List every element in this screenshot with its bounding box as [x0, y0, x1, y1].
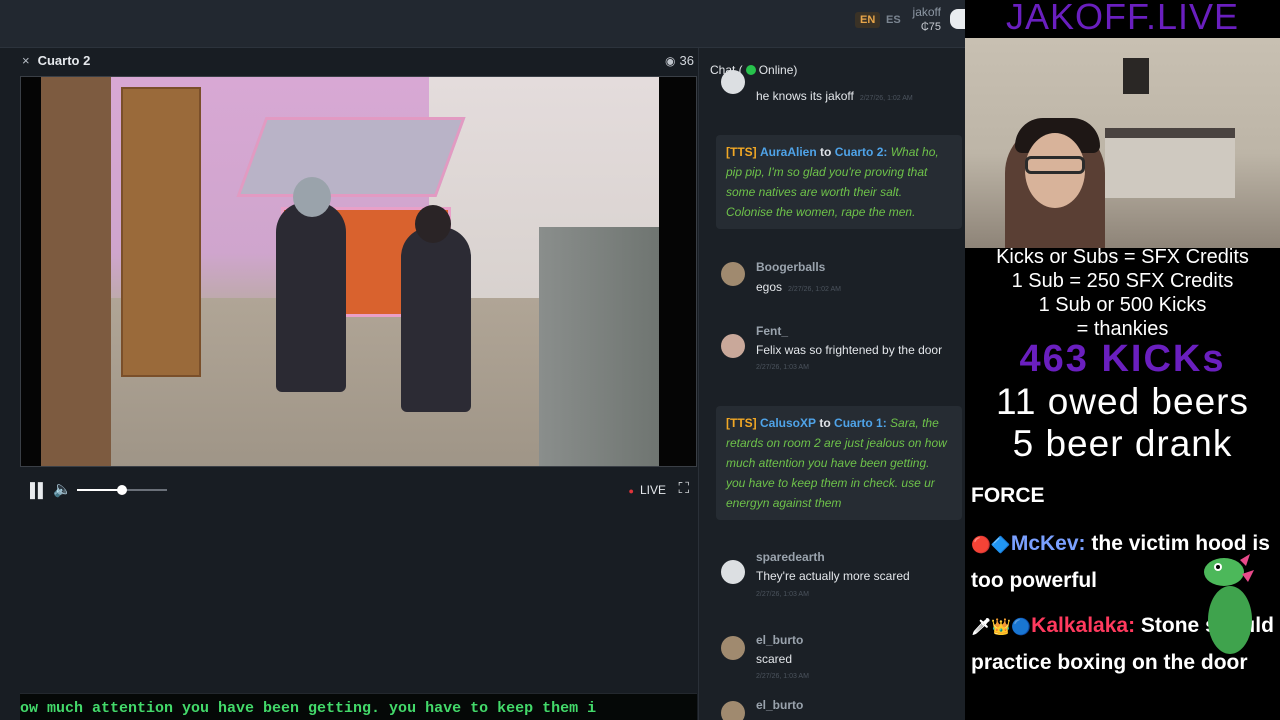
- room-header: × Cuarto 2: [22, 53, 90, 68]
- username: jakoff: [912, 5, 941, 19]
- fullscreen-icon[interactable]: ⛶: [678, 480, 689, 497]
- tts-room: Cuarto 1:: [834, 416, 887, 430]
- tts-room: Cuarto 2:: [834, 145, 888, 159]
- ticker-text: ow much attention you have been getting.…: [20, 700, 597, 717]
- chat-message-text: egos: [756, 280, 783, 294]
- chat-username[interactable]: Fent_: [756, 324, 788, 338]
- video-frame: [41, 77, 659, 466]
- overlay-chat-text: FORCE: [971, 484, 1045, 507]
- tts-message: [TTS] CalusoXP to Cuarto 1: Sara, the re…: [716, 406, 962, 520]
- avatar: [721, 636, 745, 660]
- chat-panel: Chat (Online) he knows its jakoff 2/27/26…: [698, 48, 965, 720]
- chat-timestamp: 2/27/26, 1:02 AM: [859, 95, 913, 102]
- tts-tag: [TTS]: [726, 145, 757, 159]
- pause-icon[interactable]: ▌▌: [30, 482, 48, 498]
- stream-overlay: JAKOFF.LIVE Kicks or Subs = SFX Credits …: [965, 0, 1280, 720]
- chat-username[interactable]: el_burto: [756, 633, 803, 647]
- top-bar: EN ES jakoff ₵75: [0, 0, 966, 48]
- volume-fill: [77, 489, 122, 491]
- online-dot-icon: [745, 65, 756, 75]
- video-player[interactable]: [20, 76, 697, 467]
- chat-status: Online): [758, 63, 798, 77]
- tts-sender[interactable]: CalusoXP: [760, 416, 816, 430]
- speaker-icon[interactable]: 🔈: [53, 480, 72, 498]
- chat-message-text: he knows its jakoff: [756, 89, 854, 103]
- tts-text: Sara, the retards on room 2 are just jea…: [726, 416, 947, 510]
- tts-to: to: [820, 145, 832, 159]
- live-indicator: ● LIVE: [628, 483, 666, 497]
- tts-sender[interactable]: AuraAlien: [760, 145, 817, 159]
- user-menu[interactable]: jakoff ₵75: [905, 5, 941, 35]
- chat-timestamp: 2/27/26, 1:02 AM: [788, 286, 841, 293]
- screen: EN ES jakoff ₵75 × Cuarto 2 ◉ 36 ▌▌ 🔈 ● …: [0, 0, 1280, 720]
- chat-message-text: They're actually more scared: [756, 569, 910, 583]
- overlay-chat-username: McKev:: [1010, 532, 1086, 555]
- overlay-chat-message: FORCE: [971, 478, 1276, 513]
- tts-text: What ho, pip pip, I'm so glad you're pro…: [726, 145, 939, 219]
- beers-drank: 5 beer drank: [1012, 423, 1233, 464]
- credits-line: Kicks or Subs = SFX Credits: [996, 246, 1249, 268]
- avatar: [721, 334, 745, 358]
- badge-icon: 🗡👑🔵: [971, 619, 1032, 636]
- user-avatar[interactable]: [950, 9, 966, 29]
- language-en-button[interactable]: EN: [855, 12, 881, 28]
- owed-beers: 11 owed beers: [996, 381, 1249, 422]
- beer-counter: 11 owed beers 5 beer drank: [965, 381, 1280, 465]
- overlay-title: JAKOFF.LIVE: [1005, 0, 1240, 37]
- chat-timestamp: 2/27/26, 1:03 AM: [756, 591, 809, 598]
- badge-icon: 🔴🔷: [971, 537, 1011, 554]
- overlay-chat-username: Kalkalaka:: [1031, 614, 1136, 637]
- credits-line: 1 Sub = 250 SFX Credits: [1011, 270, 1234, 292]
- eye-icon: ◉: [665, 54, 676, 68]
- tts-message: [TTS] AuraAlien to Cuarto 2: What ho, pi…: [716, 135, 962, 229]
- room-panel: × Cuarto 2 ◉ 36 ▌▌ 🔈 ● LIVE ⛶ ow much at…: [0, 48, 698, 720]
- chat-username[interactable]: el_burto: [756, 698, 803, 712]
- kicks-counter: 463 KICKs: [1019, 338, 1226, 380]
- chat-timestamp: 2/27/26, 1:03 AM: [756, 364, 809, 371]
- tts-ticker: ow much attention you have been getting.…: [20, 693, 697, 720]
- volume-slider[interactable]: [77, 485, 167, 495]
- avatar: [721, 262, 745, 286]
- chat-timestamp: 2/27/26, 1:03 AM: [756, 673, 809, 680]
- chat-message-text: Felix was so frightened by the door: [756, 343, 943, 357]
- tts-to: to: [819, 416, 831, 430]
- credits-line: 1 Sub or 500 Kicks: [1038, 294, 1207, 316]
- chat-username[interactable]: sparedearth: [756, 550, 825, 564]
- avatar: [721, 70, 745, 94]
- room-title: Cuarto 2: [37, 53, 91, 68]
- webcam-feed: [965, 38, 1280, 248]
- volume-knob[interactable]: [117, 485, 127, 495]
- viewer-count: ◉ 36: [665, 53, 694, 68]
- chat-message-text: scared: [756, 652, 793, 666]
- language-es-button[interactable]: ES: [881, 12, 906, 28]
- dinosaur-mascot-icon: [1204, 554, 1254, 654]
- avatar: [721, 560, 745, 584]
- coin-balance: ₵75: [920, 21, 941, 33]
- live-label: LIVE: [639, 483, 666, 497]
- viewer-number: 36: [679, 53, 694, 68]
- avatar: [721, 701, 745, 720]
- player-controls: ▌▌ 🔈 ● LIVE ⛶: [20, 478, 697, 502]
- close-icon[interactable]: ×: [22, 53, 30, 68]
- sfx-credits-info: Kicks or Subs = SFX Credits 1 Sub = 250 …: [965, 245, 1280, 341]
- chat-username[interactable]: Boogerballs: [756, 260, 825, 274]
- tts-tag: [TTS]: [726, 416, 757, 430]
